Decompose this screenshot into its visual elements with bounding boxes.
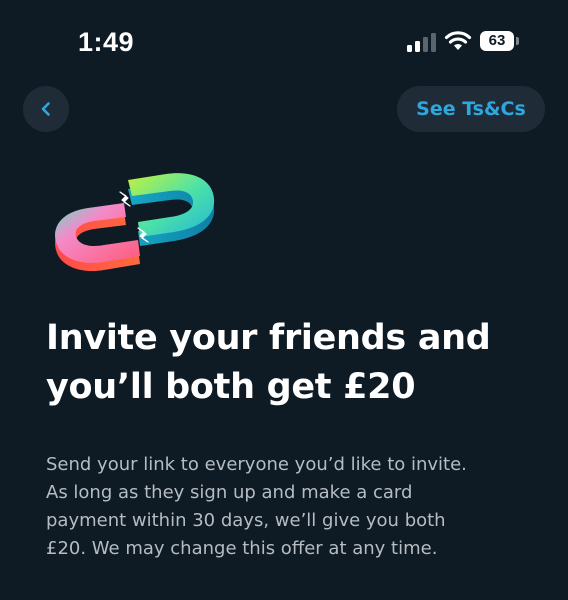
- magnet-link-icon: [55, 173, 215, 272]
- referral-screen: 1:49 63 See Ts&Cs Invite your friends an…: [0, 0, 568, 600]
- battery-indicator: 63: [480, 31, 522, 53]
- chevron-left-icon: [41, 102, 50, 116]
- status-time: 1:49: [78, 27, 135, 57]
- body-line-3: payment within 30 days, we’ll give you b…: [46, 510, 446, 531]
- battery-cap: [516, 37, 519, 45]
- body-line-4: £20. We may change this offer at any tim…: [46, 538, 438, 559]
- status-bar: 1:49 63: [0, 0, 568, 80]
- headline-line-2: you’ll both get £20: [46, 367, 416, 407]
- body-line-1: Send your link to everyone you’d like to…: [46, 454, 467, 475]
- see-terms-button[interactable]: See Ts&Cs: [397, 86, 545, 132]
- battery-level: 63: [488, 32, 506, 49]
- offer-description: Send your link to everyone you’d like to…: [46, 451, 546, 563]
- cellular-signal-icon: [407, 33, 436, 52]
- left-magnet: [55, 203, 140, 272]
- back-button[interactable]: [23, 86, 69, 132]
- headline-line-1: Invite your friends and: [46, 318, 491, 358]
- wifi-icon: [444, 31, 472, 50]
- page-title: Invite your friends and you’ll both get …: [46, 314, 546, 412]
- body-line-2: As long as they sign up and make a card: [46, 482, 413, 503]
